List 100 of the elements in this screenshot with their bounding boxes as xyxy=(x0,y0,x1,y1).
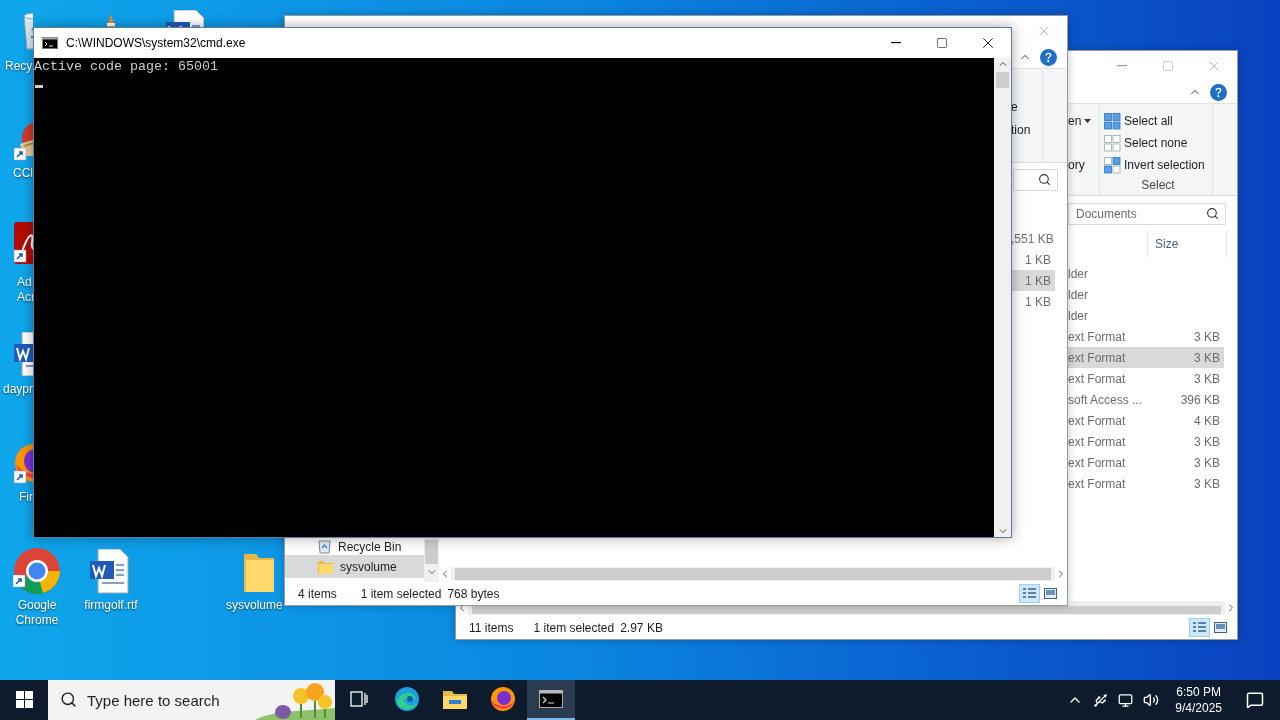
icon-label: firmgolf.rtf xyxy=(84,598,138,613)
type-cell-text: lder xyxy=(1068,287,1089,302)
maximize-icon xyxy=(1162,60,1174,72)
size-cell-text: 3 KB xyxy=(1193,434,1221,449)
scrollbar-thumb[interactable] xyxy=(455,568,1051,580)
nav-item[interactable]: sysvolume xyxy=(285,555,424,578)
scrollbar-thumb[interactable] xyxy=(472,606,1221,614)
icon-label: CCl xyxy=(13,166,33,181)
selection-grid-icon xyxy=(1104,134,1121,152)
network-icon[interactable] xyxy=(1118,692,1134,708)
folder-icon xyxy=(443,689,467,709)
ribbon-label[interactable]: en xyxy=(1068,111,1082,131)
size-cell[interactable]: ,551 KB xyxy=(1011,228,1055,249)
type-cell-text: ext Format xyxy=(1068,455,1127,470)
console-icon xyxy=(539,690,563,708)
recycle-bin-icon xyxy=(318,539,331,554)
help-icon[interactable] xyxy=(1040,48,1057,66)
console-icon xyxy=(42,37,58,49)
icon-label: sysvolume xyxy=(226,598,283,613)
file-row[interactable]: lder xyxy=(1068,305,1224,326)
status-text: 768 bytes xyxy=(447,586,500,601)
nav-item[interactable]: Recycle Bin xyxy=(285,538,424,555)
select-command[interactable]: Invert selection xyxy=(1104,154,1212,176)
type-cell-text: ext Format xyxy=(1068,434,1127,449)
file-row[interactable]: ext Format 3 KB xyxy=(1068,452,1224,473)
file-row[interactable]: ext Format 3 KB xyxy=(1068,326,1224,347)
details-view-button[interactable] xyxy=(1189,618,1210,637)
scrollbar-thumb[interactable] xyxy=(425,540,438,564)
ribbon-label[interactable]: e xyxy=(1011,97,1042,117)
clock[interactable]: 6:50 PM 9/4/2025 xyxy=(1175,684,1222,716)
size-cell[interactable]: 1 KB xyxy=(1011,249,1055,270)
type-cell-text: ext Format xyxy=(1068,329,1127,344)
list-icon xyxy=(1193,622,1206,633)
type-cell-text: soft Access ... xyxy=(1068,392,1144,407)
file-row[interactable]: ext Format 3 KB xyxy=(1068,347,1224,368)
select-command[interactable]: Select all xyxy=(1104,110,1212,132)
file-row[interactable]: ext Format 4 KB xyxy=(1068,410,1224,431)
help-icon[interactable] xyxy=(1210,83,1227,101)
browser-icon[interactable] xyxy=(13,547,61,595)
maximize-icon xyxy=(936,37,948,49)
device-icon[interactable] xyxy=(1093,692,1109,708)
size-cell-text: 3 KB xyxy=(1193,350,1221,365)
ribbon-label[interactable]: ory xyxy=(1068,155,1085,175)
fox-browser-icon xyxy=(490,686,516,712)
type-cell-text: lder xyxy=(1068,266,1089,281)
ribbon-label[interactable]: tion xyxy=(1011,120,1042,140)
document-icon[interactable] xyxy=(166,10,204,27)
search-field[interactable]: Documents xyxy=(1068,202,1226,225)
type-cell-text: ext Format xyxy=(1068,350,1127,365)
status-text: 1 item selected xyxy=(533,620,615,635)
size-cell-text: 4 KB xyxy=(1193,413,1221,428)
file-row[interactable]: ext Format 3 KB xyxy=(1068,431,1224,452)
selection-grid-icon xyxy=(1104,156,1121,174)
file-row[interactable]: ext Format 3 KB xyxy=(1068,368,1224,389)
size-cell[interactable]: 1 KB xyxy=(1011,291,1055,312)
browser-icon xyxy=(394,686,420,712)
preview-icon xyxy=(1214,622,1227,633)
status-text: 11 items xyxy=(469,620,514,635)
file-row[interactable]: soft Access ... 396 KB xyxy=(1068,389,1224,410)
icon-label: Recy xyxy=(5,59,33,74)
folder-icon xyxy=(318,559,333,574)
column-header[interactable]: Size xyxy=(1147,231,1227,257)
icon-label: Chrome xyxy=(15,613,59,628)
scrollbar-thumb[interactable] xyxy=(996,72,1009,88)
text-cursor xyxy=(35,85,43,88)
search-icon xyxy=(60,691,77,708)
icon-label: Fir xyxy=(19,490,33,505)
file-row[interactable]: ext Format 3 KB xyxy=(1068,473,1224,494)
file-row[interactable]: lder xyxy=(1068,284,1224,305)
status-text: 2.97 KB xyxy=(620,620,663,635)
windows-logo-icon xyxy=(15,690,33,708)
type-cell-text: ext Format xyxy=(1068,476,1127,491)
icon-label: Acr xyxy=(17,290,35,305)
minimize-icon xyxy=(891,42,901,44)
task-view-icon xyxy=(350,691,368,707)
console-output: Active code page: 65001 xyxy=(34,59,218,75)
preview-icon xyxy=(1044,588,1057,599)
document-icon[interactable] xyxy=(90,549,130,595)
notifications-icon[interactable] xyxy=(1246,691,1264,709)
size-cell[interactable]: 1 KB xyxy=(1011,270,1055,291)
minimize-icon xyxy=(1117,65,1127,67)
select-command[interactable]: Select none xyxy=(1104,132,1212,154)
type-cell-text: ext Format xyxy=(1068,371,1127,386)
size-cell-text: 3 KB xyxy=(1193,371,1221,386)
ribbon-group-title: Select xyxy=(1141,177,1175,193)
size-cell-text: 3 KB xyxy=(1193,476,1221,491)
file-row[interactable]: lder xyxy=(1068,263,1224,284)
size-cell-text: 3 KB xyxy=(1193,455,1221,470)
type-cell-text: ext Format xyxy=(1068,413,1127,428)
volume-icon[interactable] xyxy=(1143,692,1160,708)
selection-grid-icon xyxy=(1104,112,1121,130)
search-icon xyxy=(1038,172,1051,186)
icon-label: daypr xyxy=(3,382,34,397)
search-field[interactable] xyxy=(1013,168,1058,191)
search-icon xyxy=(1206,206,1219,220)
size-cell-text: 396 KB xyxy=(1179,392,1221,407)
type-cell-text: lder xyxy=(1068,308,1089,323)
details-view-button[interactable] xyxy=(1019,584,1040,603)
taskbar-app-button[interactable] xyxy=(527,680,575,720)
window-title: C:\WINDOWS\system32\cmd.exe xyxy=(66,36,246,50)
